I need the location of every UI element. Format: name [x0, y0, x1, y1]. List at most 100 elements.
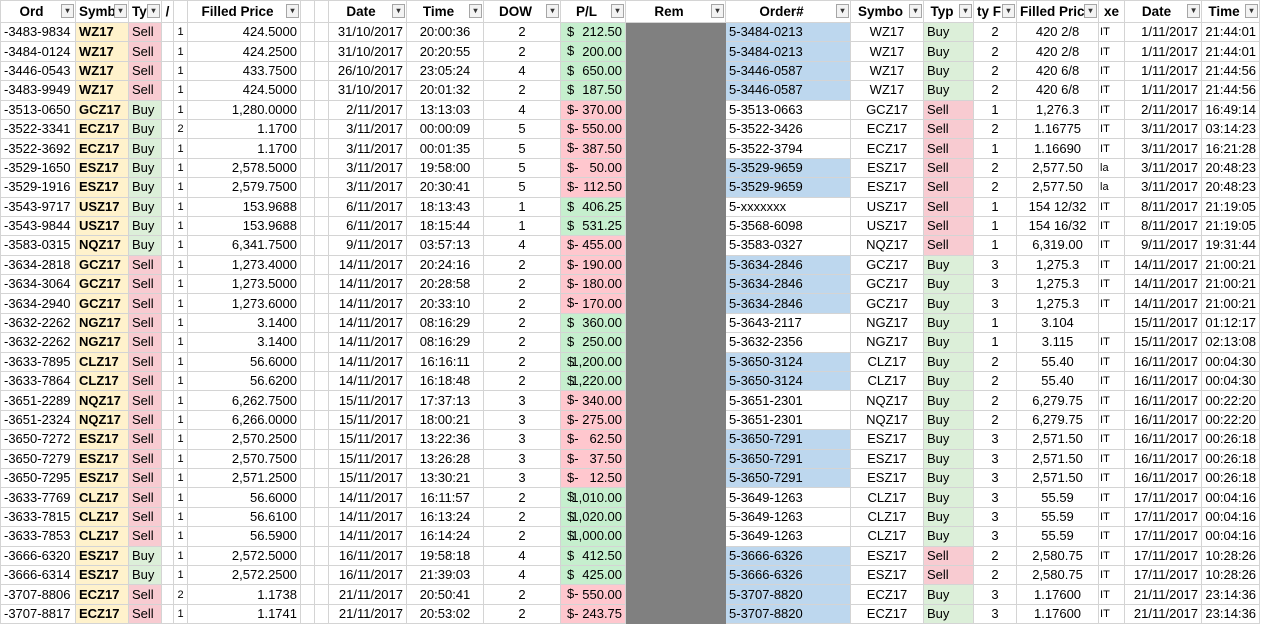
type2-cell[interactable]: Sell [923, 118, 975, 140]
filter-active-icon[interactable]: ▼ [1187, 4, 1201, 18]
symbol2-cell[interactable]: ESZ17 [850, 429, 925, 450]
pl-cell[interactable]: $187.50 [559, 80, 627, 101]
time-cell[interactable]: 18:15:44 [406, 215, 484, 237]
date-cell[interactable]: 3/11/2017 [328, 157, 407, 179]
qty-cell[interactable]: 1 [173, 99, 188, 120]
rem-cell[interactable] [625, 584, 727, 605]
filled-price2-cell[interactable]: 55.59 [1016, 487, 1100, 508]
order-no-cell[interactable]: 5-3649-1263 [725, 487, 852, 508]
type-cell[interactable]: Buy [128, 138, 162, 159]
type-cell[interactable]: Sell [128, 332, 162, 353]
pl-cell[interactable]: $- 62.50 [559, 429, 627, 450]
filled-price-cell[interactable]: 424.5000 [187, 80, 301, 101]
order-no-cell[interactable]: 5-3650-3124 [725, 351, 852, 373]
date2-cell[interactable]: 3/11/2017 [1124, 177, 1203, 198]
spacer-cell[interactable] [314, 41, 329, 62]
date-cell[interactable]: 3/11/2017 [328, 118, 407, 140]
symbol2-cell[interactable]: ESZ17 [850, 157, 925, 179]
date-cell[interactable]: 14/11/2017 [328, 312, 407, 334]
date2-cell[interactable]: 16/11/2017 [1124, 448, 1203, 469]
filled-price2-cell[interactable]: 1.16775 [1016, 118, 1100, 140]
order-cell[interactable]: -3634-2818 [0, 254, 76, 276]
col-header-qty[interactable]: / [161, 0, 174, 23]
filter-dropdown-icon[interactable]: ▾ [546, 4, 559, 18]
exchange-cell[interactable]: IT [1098, 80, 1126, 101]
filled-price2-cell[interactable]: 2,571.50 [1016, 467, 1100, 489]
rem-cell[interactable] [625, 80, 727, 101]
pl-cell[interactable]: $1,020.00 [559, 506, 627, 528]
order-no-cell[interactable]: 5-xxxxxxx [725, 196, 852, 217]
dow-cell[interactable]: 2 [483, 274, 561, 295]
rem-cell[interactable] [625, 506, 727, 528]
spacer-cell[interactable] [314, 545, 329, 566]
pl-cell[interactable]: $- 12.50 [559, 467, 627, 489]
qty2-cell[interactable]: 3 [973, 584, 1018, 605]
spacer-cell[interactable] [161, 99, 174, 120]
type-cell[interactable]: Sell [128, 60, 162, 82]
date-cell[interactable]: 21/11/2017 [328, 584, 407, 605]
type2-cell[interactable]: Buy [923, 41, 975, 62]
order-no-cell[interactable]: 5-3707-8820 [725, 584, 852, 605]
rem-cell[interactable] [625, 254, 727, 276]
filter-dropdown-icon[interactable]: ▾ [611, 4, 625, 18]
qty2-cell[interactable]: 3 [973, 429, 1018, 450]
exchange-cell[interactable]: IT [1098, 235, 1126, 256]
exchange-cell[interactable]: IT [1098, 564, 1126, 586]
type-cell[interactable]: Buy [128, 215, 162, 237]
date-cell[interactable]: 15/11/2017 [328, 448, 407, 469]
filter-dropdown-icon[interactable]: ▾ [392, 4, 405, 18]
filter-dropdown-icon[interactable]: ▾ [114, 4, 127, 18]
spacer-cell[interactable] [314, 235, 329, 256]
time-cell[interactable]: 08:16:29 [406, 332, 484, 353]
spacer-cell[interactable] [161, 371, 174, 392]
spacer-cell[interactable] [300, 235, 315, 256]
col-header-exchange[interactable]: xe [1098, 0, 1126, 23]
dow-cell[interactable]: 2 [483, 487, 561, 508]
filled-price-cell[interactable]: 1.1738 [187, 584, 301, 605]
dow-cell[interactable]: 4 [483, 60, 561, 82]
exchange-cell[interactable]: IT [1098, 545, 1126, 566]
time2-cell[interactable]: 16:21:28 [1201, 138, 1261, 159]
time-cell[interactable]: 13:13:03 [406, 99, 484, 120]
time-cell[interactable]: 16:14:24 [406, 526, 484, 547]
filled-price2-cell[interactable]: 420 6/8 [1016, 80, 1100, 101]
type-cell[interactable]: Sell [128, 390, 162, 411]
time2-cell[interactable]: 21:00:21 [1201, 293, 1261, 314]
order-no-cell[interactable]: 5-3484-0213 [725, 41, 852, 62]
rem-cell[interactable] [625, 157, 727, 179]
qty2-cell[interactable]: 2 [973, 41, 1018, 62]
type-cell[interactable]: Sell [128, 487, 162, 508]
qty-cell[interactable]: 1 [173, 254, 188, 276]
order-cell[interactable]: -3543-9717 [0, 196, 76, 217]
order-cell[interactable]: -3651-2324 [0, 409, 76, 431]
spacer-cell[interactable] [300, 21, 315, 43]
time2-cell[interactable]: 00:04:30 [1201, 371, 1261, 392]
time-cell[interactable]: 23:05:24 [406, 60, 484, 82]
symbol-cell[interactable]: ESZ17 [75, 545, 129, 566]
order-no-cell[interactable]: 5-3651-2301 [725, 390, 852, 411]
dow-cell[interactable]: 2 [483, 506, 561, 528]
exchange-cell[interactable]: IT [1098, 448, 1126, 469]
type-cell[interactable]: Sell [128, 293, 162, 314]
symbol2-cell[interactable]: ESZ17 [850, 177, 925, 198]
time2-cell[interactable]: 23:14:36 [1201, 584, 1261, 605]
dow-cell[interactable]: 2 [483, 41, 561, 62]
date-cell[interactable]: 14/11/2017 [328, 332, 407, 353]
spacer-cell[interactable] [300, 429, 315, 450]
spacer-cell[interactable] [300, 80, 315, 101]
spacer-cell[interactable] [314, 564, 329, 586]
time2-cell[interactable]: 00:04:30 [1201, 351, 1261, 373]
time-cell[interactable]: 20:01:32 [406, 80, 484, 101]
symbol-cell[interactable]: USZ17 [75, 215, 129, 237]
qty-cell[interactable]: 1 [173, 293, 188, 314]
spacer-cell[interactable] [300, 487, 315, 508]
spacer-cell[interactable] [314, 254, 329, 276]
type-cell[interactable]: Buy [128, 177, 162, 198]
symbol2-cell[interactable]: CLZ17 [850, 526, 925, 547]
qty-cell[interactable]: 1 [173, 138, 188, 159]
symbol2-cell[interactable]: ECZ17 [850, 584, 925, 605]
spacer-cell[interactable] [300, 138, 315, 159]
spacer-cell[interactable] [300, 332, 315, 353]
qty2-cell[interactable]: 3 [973, 254, 1018, 276]
spacer-cell[interactable] [161, 332, 174, 353]
